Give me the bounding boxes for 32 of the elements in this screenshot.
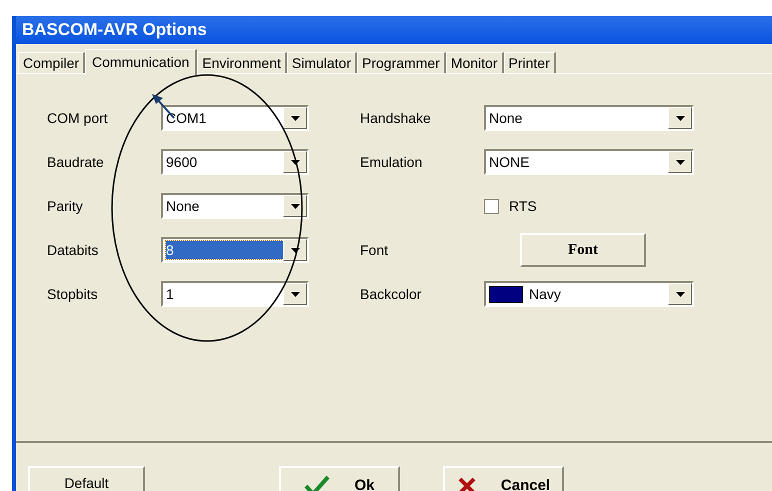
dropdown[interactable]: 1	[161, 281, 309, 307]
checkbox[interactable]	[484, 198, 499, 214]
tab[interactable]: Environment	[197, 52, 287, 74]
dropdown[interactable]: None	[161, 193, 309, 219]
field-label: Baudrate	[47, 152, 105, 172]
dropdown[interactable]: NONE	[484, 149, 694, 175]
field-label: Parity	[47, 196, 84, 216]
dropdown[interactable]: 9600	[161, 149, 309, 175]
ok-button[interactable]: Ok	[279, 466, 400, 491]
tab[interactable]: Printer	[504, 52, 556, 74]
field-label: Stopbits	[47, 284, 99, 304]
field-label: COM port	[47, 108, 109, 128]
field-label: Handshake	[360, 108, 432, 128]
tab[interactable]: Simulator	[286, 52, 358, 74]
window-title: BASCOM-AVR Options	[16, 16, 772, 44]
dropdown[interactable]: COM1	[161, 105, 309, 131]
tab[interactable]: Programmer	[357, 52, 446, 74]
tab[interactable]: Communication	[85, 49, 198, 75]
cancel-button[interactable]: Cancel	[443, 466, 564, 491]
field-label: Emulation	[360, 152, 424, 172]
dropdown[interactable]: None	[484, 105, 694, 131]
check-icon	[304, 475, 330, 491]
dropdown[interactable]: 8	[161, 237, 309, 263]
cross-icon	[456, 476, 477, 491]
font-button[interactable]: Font	[520, 233, 646, 267]
checkbox-label: RTS	[509, 196, 537, 216]
default-button[interactable]: Default	[28, 466, 145, 491]
tab[interactable]: Monitor	[446, 52, 504, 74]
dropdown[interactable]: Navy	[484, 281, 694, 307]
field-label: Font	[360, 240, 390, 260]
field-label: Databits	[47, 240, 100, 260]
field-label: Backcolor	[360, 284, 422, 304]
